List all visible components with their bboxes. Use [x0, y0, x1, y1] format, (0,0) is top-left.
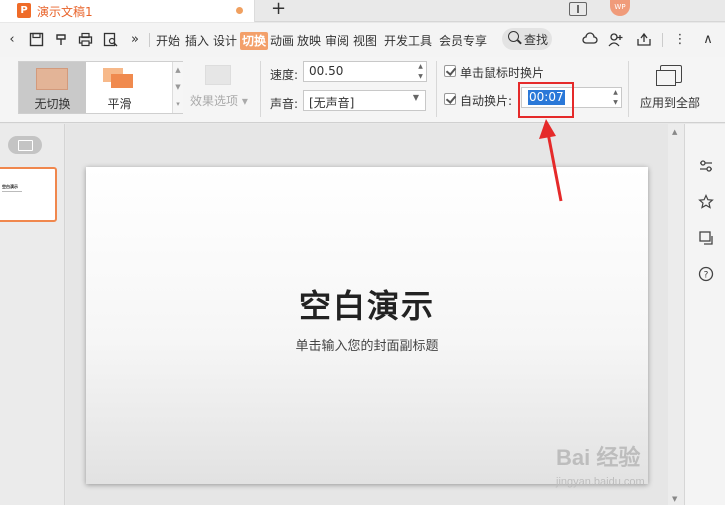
format-painter-icon[interactable]: [53, 32, 69, 48]
effect-options-button[interactable]: 效果选项 ▾: [190, 63, 250, 111]
panel-toggle-button[interactable]: [8, 136, 42, 154]
slide-thumbnail-subtitle-line: [2, 191, 22, 192]
document-title: 演示文稿1: [37, 5, 93, 19]
cloud-sync-icon[interactable]: [582, 32, 598, 48]
avatar[interactable]: WP: [610, 0, 630, 16]
tab-home[interactable]: 开始: [156, 32, 180, 50]
slide-panel: 空白演示: [0, 124, 65, 505]
auto-advance-label: 自动换片:: [460, 94, 513, 108]
watermark-url: jingyan.baidu.com: [556, 476, 645, 488]
search-icon: [508, 31, 519, 42]
menu-divider: [149, 33, 150, 47]
current-slide[interactable]: 空白演示 单击输入您的封面副标题: [86, 167, 648, 484]
menu-divider: [662, 33, 663, 47]
collapse-left-icon[interactable]: ‹: [4, 32, 20, 48]
apply-to-all-label: 应用到全部: [640, 96, 701, 110]
ribbon-divider: [628, 61, 629, 117]
slide-thumbnail-title: 空白演示: [2, 184, 18, 189]
gallery-scroller[interactable]: ▲ ▼ ▾: [172, 62, 183, 113]
help-icon[interactable]: ?: [697, 266, 715, 284]
ribbon-divider: [260, 61, 261, 117]
tab-animation[interactable]: 动画: [270, 32, 294, 50]
transition-none-label: 无切换: [34, 97, 71, 111]
svg-text:?: ?: [704, 271, 709, 281]
sound-value: [无声音]: [309, 96, 355, 110]
transition-smooth-label: 平滑: [107, 97, 132, 111]
watermark-brand: Bai 经验: [556, 445, 641, 470]
expand-gallery-icon[interactable]: ▾: [173, 96, 183, 113]
scroll-down-icon[interactable]: ▼: [672, 495, 677, 503]
slide-subtitle[interactable]: 单击输入您的封面副标题: [86, 335, 648, 354]
more-tools-icon[interactable]: »: [127, 32, 143, 48]
chevron-down-icon: ▼: [412, 93, 419, 102]
sound-select[interactable]: [无声音] ▼: [303, 90, 426, 111]
ribbon-divider: [436, 61, 437, 117]
new-tab-button[interactable]: +: [271, 0, 286, 19]
add-user-icon[interactable]: [608, 32, 624, 48]
tab-transition[interactable]: 切换: [240, 32, 269, 50]
watermark: Bai 经验 jingyan.baidu.com: [556, 440, 706, 495]
print-icon[interactable]: [77, 32, 93, 48]
print-preview-icon[interactable]: [102, 32, 118, 48]
tab-membership[interactable]: 会员专享: [439, 32, 487, 50]
scroll-up-icon[interactable]: ▲: [173, 62, 183, 79]
tab-review[interactable]: 审阅: [325, 32, 349, 50]
search-label: 查找: [524, 33, 549, 47]
sound-label: 声音:: [270, 97, 299, 111]
apply-all-icon: [656, 65, 682, 86]
tab-insert[interactable]: 插入: [185, 32, 209, 50]
scroll-down-icon[interactable]: ▼: [173, 79, 183, 96]
window-layout-icon[interactable]: [569, 2, 587, 16]
transition-smooth[interactable]: 平滑: [86, 62, 153, 113]
scroll-up-icon[interactable]: ▲: [672, 128, 677, 136]
speed-arrows[interactable]: ▲ ▼: [415, 62, 426, 81]
transition-none[interactable]: 无切换: [19, 62, 86, 113]
apply-to-all-button[interactable]: 应用到全部: [636, 63, 708, 113]
properties-sliders-icon[interactable]: [697, 158, 715, 176]
time-arrows[interactable]: ▲ ▼: [610, 88, 621, 107]
effect-options-icon: [205, 65, 231, 85]
no-transition-icon: [36, 68, 68, 90]
annotation-arrow-icon: [539, 119, 563, 202]
transition-gallery: 无切换 平滑 ▲ ▼ ▾: [18, 61, 183, 114]
star-animation-icon[interactable]: [697, 194, 715, 212]
slide-thumbnail[interactable]: 空白演示: [0, 167, 57, 222]
transition-ribbon: 无切换 平滑 ▲ ▼ ▾ 效果选项 ▾ 速度: 00.50 ▲ ▼ 声音: [无声…: [0, 57, 725, 123]
unsaved-dot-icon: [236, 7, 243, 14]
search-button[interactable]: 查找: [502, 28, 552, 50]
slide-title[interactable]: 空白演示: [86, 281, 648, 327]
collapse-ribbon-icon[interactable]: ∧: [700, 32, 716, 48]
speed-stepper[interactable]: 00.50 ▲ ▼: [303, 61, 427, 82]
save-icon[interactable]: [28, 32, 44, 48]
smooth-transition-icon: [103, 68, 135, 90]
auto-advance-checkbox[interactable]: [444, 93, 456, 105]
more-menu-icon[interactable]: ⋮: [672, 32, 688, 48]
share-icon[interactable]: [636, 32, 652, 48]
tab-view[interactable]: 视图: [353, 32, 377, 50]
tab-developer[interactable]: 开发工具: [384, 32, 432, 50]
annotation-highlight-box: [518, 82, 574, 118]
on-click-checkbox[interactable]: [444, 65, 456, 77]
speed-value: 00.50: [309, 64, 344, 78]
presentation-logo-icon: P: [17, 3, 31, 18]
tab-design[interactable]: 设计: [213, 32, 237, 50]
title-bar: P 演示文稿1 + WP: [0, 0, 725, 22]
tab-slideshow[interactable]: 放映: [297, 32, 321, 50]
slide-transition-icon[interactable]: [697, 230, 715, 248]
speed-label: 速度:: [270, 68, 299, 82]
effect-options-label: 效果选项 ▾: [190, 94, 248, 108]
menu-bar: ‹ » 开始 插入 设计 切换 动画 放映 审阅 视图 开发工具 会员专享 查找…: [0, 23, 725, 57]
on-click-label: 单击鼠标时换片: [460, 66, 545, 80]
document-tab[interactable]: P 演示文稿1: [0, 0, 255, 22]
